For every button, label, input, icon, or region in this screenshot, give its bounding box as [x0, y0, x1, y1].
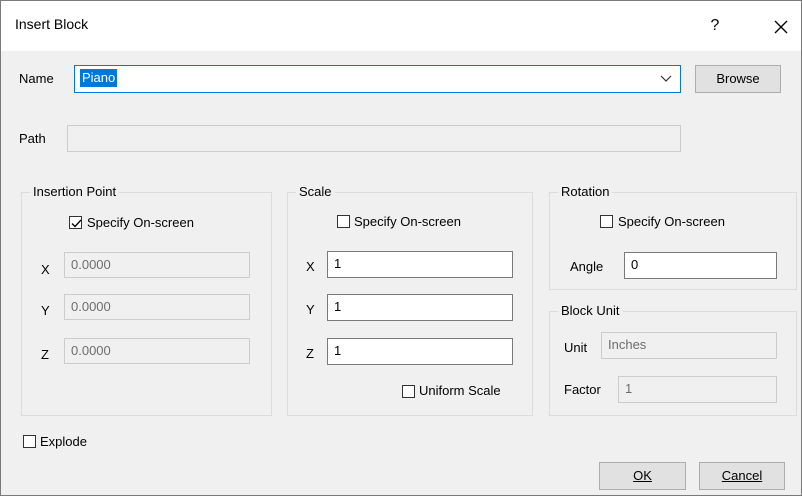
- rotation-title: Rotation: [558, 184, 613, 199]
- rotation-specify-checkbox[interactable]: [600, 215, 613, 228]
- help-button[interactable]: ?: [695, 9, 735, 43]
- name-combobox[interactable]: Piano: [74, 65, 681, 93]
- scale-y-input[interactable]: 1: [327, 294, 513, 321]
- insertion-specify-checkbox[interactable]: [69, 216, 82, 229]
- factor-field: 1: [618, 376, 777, 403]
- uniform-scale-label[interactable]: Uniform Scale: [419, 383, 501, 398]
- scale-specify-checkbox[interactable]: [337, 215, 350, 228]
- scale-title: Scale: [296, 184, 335, 199]
- factor-label: Factor: [564, 382, 601, 397]
- insertion-specify-label[interactable]: Specify On-screen: [87, 215, 194, 230]
- insert-block-dialog: Insert Block ? Name Piano Browse Path In…: [0, 0, 802, 496]
- scale-specify-label[interactable]: Specify On-screen: [354, 214, 461, 229]
- path-label: Path: [19, 131, 46, 146]
- insertion-point-title: Insertion Point: [30, 184, 120, 199]
- explode-label[interactable]: Explode: [40, 434, 87, 449]
- browse-button[interactable]: Browse: [695, 65, 781, 93]
- unit-label: Unit: [564, 340, 588, 355]
- scale-x-input[interactable]: 1: [327, 251, 513, 278]
- path-field: [67, 125, 681, 152]
- ok-button[interactable]: OK: [599, 462, 686, 490]
- insertion-y-label: Y: [41, 303, 50, 318]
- title-bar: Insert Block ?: [1, 1, 801, 51]
- ok-button-label: OK: [633, 468, 652, 483]
- insertion-z-field: 0.0000: [64, 338, 250, 364]
- close-button[interactable]: [761, 9, 801, 43]
- insertion-x-field: 0.0000: [64, 252, 250, 278]
- insertion-x-label: X: [41, 262, 50, 277]
- scale-y-label: Y: [306, 302, 315, 317]
- scale-x-label: X: [306, 259, 315, 274]
- insertion-z-label: Z: [41, 347, 49, 362]
- dialog-title: Insert Block: [15, 16, 89, 32]
- scale-z-input[interactable]: 1: [327, 338, 513, 365]
- chevron-down-icon[interactable]: [660, 72, 672, 84]
- scale-z-label: Z: [306, 346, 314, 361]
- angle-input[interactable]: 0: [624, 252, 777, 279]
- angle-label: Angle: [570, 259, 604, 274]
- insertion-y-field: 0.0000: [64, 294, 250, 320]
- checkmark-icon: [71, 219, 82, 228]
- explode-checkbox[interactable]: [23, 435, 36, 448]
- rotation-specify-label[interactable]: Specify On-screen: [618, 214, 725, 229]
- cancel-button-label: Cancel: [721, 468, 763, 483]
- unit-field: Inches: [601, 332, 777, 359]
- uniform-scale-checkbox[interactable]: [402, 385, 415, 398]
- cancel-button[interactable]: Cancel: [699, 462, 785, 490]
- close-icon: [774, 20, 788, 34]
- name-value: Piano: [80, 69, 118, 87]
- name-label: Name: [19, 71, 54, 86]
- block-unit-title: Block Unit: [558, 303, 623, 318]
